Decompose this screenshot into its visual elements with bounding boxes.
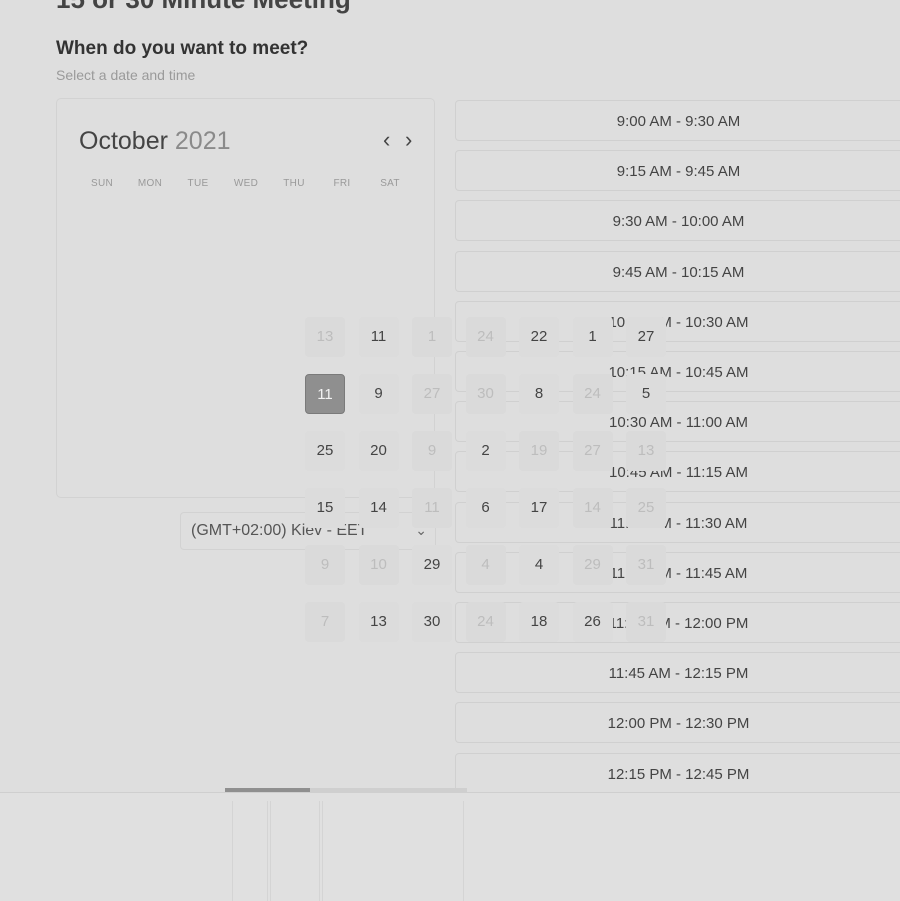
time-slot-label: 12:00 PM - 12:30 PM [607,715,750,733]
page-title: 15 or 30 Minute Meeting [56,0,351,15]
day-cell[interactable]: 27 [572,431,613,471]
day-cell[interactable]: 11 [412,488,452,528]
time-slot-label: 12:15 PM - 12:45 PM [607,765,750,783]
day-cell[interactable]: 13 [358,602,399,642]
footer [0,792,900,901]
day-cell[interactable]: 17 [519,488,559,528]
day-cell[interactable]: 13 [305,317,345,357]
time-slot-button[interactable]: 9:45 AM - 10:15 AM [455,250,900,292]
subtitle: Select a date and time [56,67,196,83]
weekday-sat: SAT [380,178,400,189]
day-cell[interactable]: 15 [305,488,345,528]
day-cell[interactable]: 14 [358,488,399,528]
day-cell[interactable]: 29 [572,545,613,585]
time-slot-button[interactable]: 11:45 AM - 12:15 PM [455,652,900,694]
day-cell[interactable]: 9 [305,545,345,585]
chevron-left-icon[interactable]: ‹ [383,127,390,153]
weekday-tue: TUE [187,178,209,189]
day-cell[interactable]: 9 [412,431,452,471]
weekday-sun: SUN [90,178,113,189]
month-year: October 2021 [79,127,231,156]
time-slot-button[interactable]: 9:00 AM - 9:30 AM [455,100,900,141]
day-cell[interactable]: 4 [519,545,559,585]
day-cell[interactable]: 25 [305,431,345,471]
time-slot-button[interactable]: 12:00 PM - 12:30 PM [455,702,900,744]
day-cell[interactable]: 9 [358,374,399,414]
time-slot-label: 9:45 AM - 10:15 AM [612,263,745,281]
weekday-wed: WED [233,178,259,189]
footer-divider [232,801,268,901]
scroll-progress-fill [225,788,310,792]
time-slot-label: 9:30 AM - 10:00 AM [612,213,745,231]
time-slot-label: 11:45 AM - 12:15 PM [608,665,749,683]
day-cell[interactable]: 2 [465,431,506,471]
time-slot-button[interactable]: 9:30 AM - 10:00 AM [455,200,900,242]
day-cell[interactable]: 7 [305,602,345,642]
day-cell[interactable]: 31 [626,545,666,585]
weekday-thu: THU [283,178,305,189]
day-cell[interactable]: 20 [358,431,399,471]
day-cell[interactable]: 4 [465,545,506,585]
time-slot-label: 9:00 AM - 9:30 AM [616,113,741,130]
day-cell[interactable]: 24 [465,317,506,357]
question-heading: When do you want to meet? [56,38,309,59]
day-cell-selected[interactable]: 11 [305,374,345,414]
day-cell[interactable]: 8 [519,374,559,414]
day-cell[interactable]: 5 [626,374,666,414]
time-slot-button[interactable]: 9:15 AM - 9:45 AM [455,150,900,192]
day-cell[interactable]: 14 [572,488,613,528]
day-cell[interactable]: 6 [465,488,506,528]
day-cell[interactable]: 1 [572,317,613,357]
scroll-progress [225,788,467,792]
day-cell[interactable]: 31 [626,602,666,642]
day-cell[interactable]: 24 [465,602,506,642]
day-cell[interactable]: 19 [519,431,559,471]
day-cell[interactable]: 25 [626,488,666,528]
day-cell[interactable]: 29 [412,545,452,585]
day-cell[interactable]: 27 [412,374,452,414]
day-cell[interactable]: 30 [412,602,452,642]
month-label: October [79,127,168,155]
year-label: 2021 [174,127,231,155]
day-cell[interactable]: 27 [626,317,666,357]
day-grid-overlay: 13 11 1 24 22 1 27 11 9 27 30 8 24 5 25 20 9 2 19 27 13 15 14 1… [305,310,670,650]
day-cell[interactable]: 26 [572,602,613,642]
footer-divider [322,801,464,901]
day-cell[interactable]: 13 [626,431,666,471]
day-cell[interactable]: 11 [358,317,399,357]
day-cell[interactable]: 1 [412,317,452,357]
time-slot-button[interactable]: 12:15 PM - 12:45 PM [455,752,900,790]
weekday-mon: MON [137,178,163,189]
day-cell[interactable]: 22 [519,317,559,357]
day-cell[interactable]: 30 [465,374,506,414]
footer-divider [270,801,320,901]
weekday-fri: FRI [333,178,351,189]
day-cell[interactable]: 18 [519,602,559,642]
time-slot-label: 9:15 AM - 9:45 AM [616,163,741,181]
day-cell[interactable]: 10 [358,545,399,585]
day-cell[interactable]: 24 [572,374,613,414]
chevron-right-icon[interactable]: › [405,127,412,153]
